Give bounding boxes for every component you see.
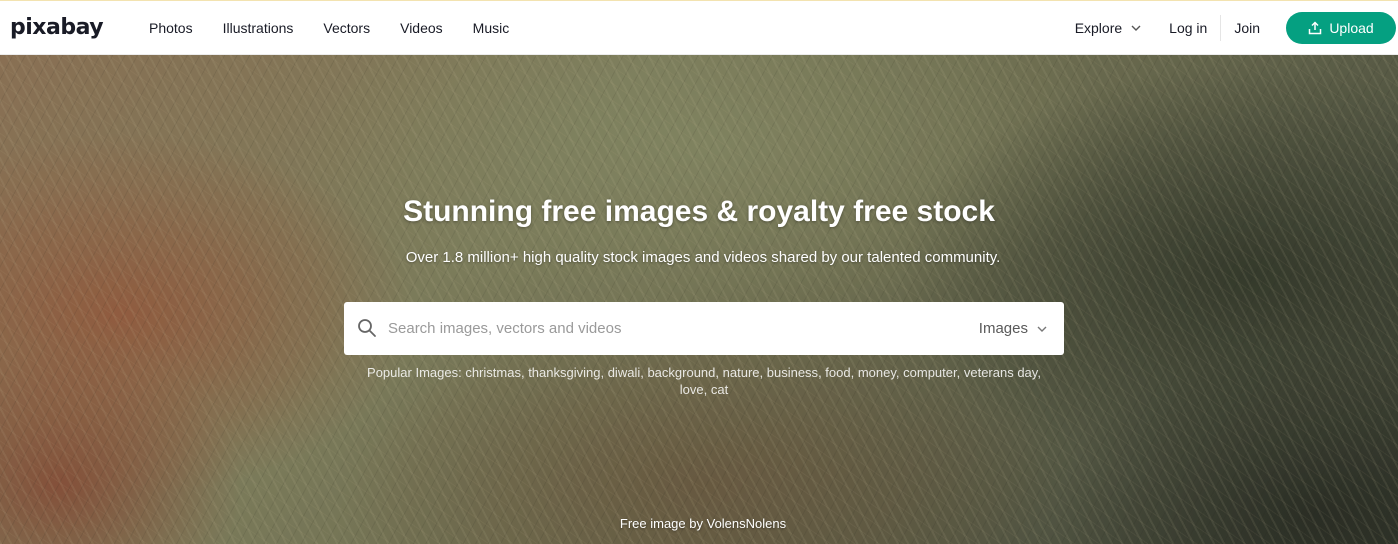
popular-tag[interactable]: computer <box>903 365 956 380</box>
popular-searches: Popular Images: christmas, thanksgiving,… <box>367 365 1041 397</box>
popular-tag[interactable]: love <box>680 382 704 397</box>
join-link[interactable]: Join <box>1221 20 1286 36</box>
nav-link-illustrations[interactable]: Illustrations <box>208 20 309 36</box>
explore-menu[interactable]: Explore <box>1061 20 1156 36</box>
popular-tag[interactable]: diwali <box>608 365 641 380</box>
search-icon[interactable] <box>357 318 377 338</box>
popular-tag[interactable]: christmas <box>465 365 521 380</box>
chevron-down-icon <box>1037 326 1047 332</box>
login-link[interactable]: Log in <box>1156 20 1220 36</box>
popular-tag[interactable]: nature <box>723 365 760 380</box>
popular-tag[interactable]: thanksgiving <box>528 365 600 380</box>
account-nav: Explore Log in Join Upload <box>1061 1 1398 55</box>
popular-tag[interactable]: food <box>825 365 850 380</box>
hero-banner: Stunning free images & royalty free stoc… <box>0 55 1398 544</box>
popular-tag[interactable]: business <box>767 365 818 380</box>
top-navigation-bar: pixabay Photos Illustrations Vectors Vid… <box>0 0 1398 55</box>
upload-button[interactable]: Upload <box>1286 12 1396 44</box>
nav-link-photos[interactable]: Photos <box>134 20 208 36</box>
popular-tag[interactable]: veterans day <box>964 365 1037 380</box>
primary-nav: Photos Illustrations Vectors Videos Musi… <box>134 1 524 55</box>
explore-label: Explore <box>1074 20 1123 36</box>
hero-overlay <box>0 55 1398 544</box>
hero-subtitle: Over 1.8 million+ high quality stock ima… <box>405 249 1001 266</box>
nav-link-videos[interactable]: Videos <box>385 20 458 36</box>
popular-label: Popular Images: <box>367 365 462 380</box>
pixabay-logo[interactable]: pixabay <box>10 15 104 41</box>
search-bar: Images <box>344 302 1064 355</box>
nav-link-vectors[interactable]: Vectors <box>308 20 385 36</box>
upload-icon <box>1309 21 1322 35</box>
chevron-down-icon <box>1131 25 1141 31</box>
credit-author-link[interactable]: VolensNolens <box>707 516 787 531</box>
popular-tag[interactable]: money <box>858 365 896 380</box>
hero-title: Stunning free images & royalty free stoc… <box>403 195 995 228</box>
popular-tag[interactable]: background <box>647 365 715 380</box>
image-credit: Free image by VolensNolens <box>0 516 1398 531</box>
popular-tag[interactable]: cat <box>711 382 728 397</box>
search-type-dropdown[interactable]: Images <box>979 302 1048 355</box>
credit-prefix: Free image by <box>619 516 703 531</box>
nav-link-music[interactable]: Music <box>458 20 525 36</box>
search-input[interactable] <box>388 302 948 355</box>
upload-label: Upload <box>1329 20 1374 36</box>
search-type-label: Images <box>978 320 1028 337</box>
